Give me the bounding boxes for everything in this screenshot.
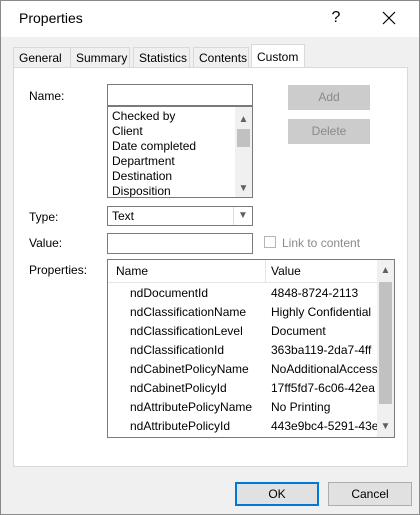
title-bar: Properties ? (1, 1, 419, 37)
help-button[interactable]: ? (319, 4, 353, 32)
scroll-up-icon[interactable]: ▲ (235, 111, 252, 128)
dialog-title: Properties (19, 10, 83, 26)
property-value: 17ff5fd7-6c06-42ea (271, 381, 375, 395)
tab-strip: General Summary Statistics Contents Cust… (13, 44, 408, 68)
type-label: Type: (29, 210, 59, 224)
property-name: ndCabinetPolicyId (130, 381, 227, 395)
ok-button[interactable]: OK (235, 482, 319, 506)
value-label: Value: (29, 236, 63, 250)
scroll-thumb[interactable] (379, 282, 392, 404)
property-name: ndAttributePolicyName (130, 400, 253, 414)
tab-custom[interactable]: Custom (251, 44, 305, 68)
property-value: Highly Confidential (271, 305, 372, 319)
property-value: 443e9bc4-5291-43e (271, 419, 377, 433)
chevron-down-icon[interactable]: ▼ (233, 207, 252, 225)
table-row[interactable]: ndClassificationLevel Document (108, 322, 378, 341)
delete-button[interactable]: Delete (288, 119, 370, 144)
properties-list[interactable]: Name Value ndDocumentId 4848-8724-2113 n… (107, 259, 395, 438)
property-name: ndAttributePolicyId (130, 419, 231, 433)
scroll-up-icon[interactable]: ▲ (377, 262, 394, 279)
tab-general[interactable]: General (13, 47, 71, 67)
close-button[interactable] (369, 4, 409, 32)
name-input[interactable] (107, 84, 253, 106)
list-item[interactable]: Disposition (112, 184, 171, 197)
close-icon (382, 11, 396, 25)
link-to-content-label: Link to content (282, 236, 361, 250)
name-list-scrollbar[interactable]: ▲ ▼ (235, 107, 252, 197)
help-icon: ? (331, 9, 341, 26)
table-row[interactable]: ndClassificationId 363ba119-2da7-4ff (108, 341, 378, 360)
table-row[interactable]: ndCabinetPolicyName NoAdditionalAccess (108, 360, 378, 379)
table-row[interactable]: ndDocumentId 4848-8724-2113 (108, 284, 378, 303)
tab-statistics[interactable]: Statistics (133, 47, 190, 67)
list-item[interactable]: Client (112, 124, 143, 139)
property-name: ndClassificationName (130, 305, 247, 319)
list-item[interactable]: Checked by (112, 109, 175, 124)
list-item[interactable]: Date completed (112, 139, 196, 154)
property-value: 4848-8724-2113 (271, 286, 359, 300)
property-value: No Printing (271, 400, 331, 414)
scroll-down-icon[interactable]: ▼ (377, 418, 394, 435)
table-row[interactable]: ndClassificationName Highly Confidential (108, 303, 378, 322)
properties-scrollbar[interactable]: ▲ ▼ (377, 260, 394, 437)
properties-dialog: Properties ? General Summary Statistics … (0, 0, 420, 515)
property-value: Document (271, 324, 326, 338)
column-header-name[interactable]: Name (116, 264, 148, 278)
name-suggestions-list[interactable]: Checked by Client Date completed Departm… (107, 106, 253, 198)
list-item[interactable]: Department (112, 154, 175, 169)
properties-header: Name Value (108, 260, 378, 283)
list-item[interactable]: Destination (112, 169, 172, 184)
table-row[interactable]: ndAttributePolicyId 443e9bc4-5291-43e (108, 417, 378, 436)
column-divider[interactable] (265, 260, 266, 282)
add-button[interactable]: Add (288, 85, 370, 110)
property-name: ndClassificationLevel (130, 324, 243, 338)
property-value: NoAdditionalAccess (271, 362, 377, 376)
name-label: Name: (29, 89, 65, 103)
properties-label: Properties: (29, 263, 88, 277)
cancel-button[interactable]: Cancel (328, 482, 412, 506)
scroll-down-icon[interactable]: ▼ (235, 180, 252, 197)
property-name: ndClassificationId (130, 343, 225, 357)
property-name: ndDocumentId (130, 286, 209, 300)
column-header-value[interactable]: Value (271, 264, 301, 278)
type-select[interactable]: Text ▼ (107, 206, 253, 226)
tab-contents[interactable]: Contents (193, 47, 249, 67)
table-row[interactable]: ndAttributePolicyName No Printing (108, 398, 378, 417)
link-to-content-checkbox[interactable] (264, 236, 276, 248)
property-value: 363ba119-2da7-4ff (271, 343, 372, 357)
scroll-thumb[interactable] (237, 129, 250, 147)
value-input[interactable] (107, 233, 253, 254)
tab-summary[interactable]: Summary (70, 47, 130, 67)
type-selected-value: Text (112, 209, 135, 223)
table-row[interactable]: ndCabinetPolicyId 17ff5fd7-6c06-42ea (108, 379, 378, 398)
property-name: ndCabinetPolicyName (130, 362, 249, 376)
